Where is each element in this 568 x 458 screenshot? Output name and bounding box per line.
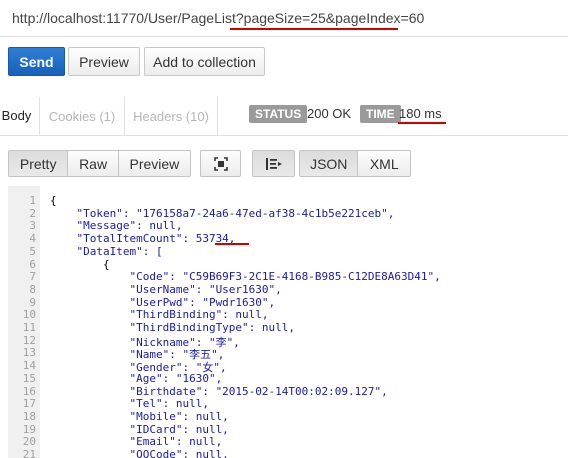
line-number: 12 <box>22 333 36 347</box>
line-number: 17 <box>22 397 36 411</box>
time-highlight-underline <box>398 122 446 124</box>
line-number: 16 <box>22 384 36 398</box>
line-number: 21 <box>22 448 36 458</box>
code-line: "Mobile": null, <box>50 409 229 423</box>
view-preview-button[interactable]: Preview <box>118 151 190 176</box>
code-line: "ThirdBindingType": null, <box>50 321 296 334</box>
code-line: "QQCode": null, <box>50 448 229 458</box>
line-number: 10 <box>22 308 36 322</box>
fullscreen-button[interactable] <box>200 150 241 177</box>
status-value: 200 OK <box>307 106 352 121</box>
code-line: "IDCard": null, <box>50 422 229 436</box>
line-number: 14 <box>22 359 36 373</box>
line-number: 4 <box>29 232 36 246</box>
code-line: "TotalItemCount": 53734, <box>50 232 236 246</box>
format-xml-button[interactable]: XML <box>358 151 410 176</box>
add-to-collection-button[interactable]: Add to collection <box>144 47 265 76</box>
line-number: 9 <box>29 295 36 309</box>
url-input[interactable]: http://localhost:11770/User/PageList?pag… <box>12 10 424 26</box>
code-line: "Birthdate": "2015-02-14T00:02:09.127", <box>50 384 388 398</box>
line-number: 6 <box>29 257 36 271</box>
code-line: "Age": "1630", <box>50 371 223 385</box>
send-button[interactable]: Send <box>8 47 65 76</box>
format-group: JSON XML <box>299 150 411 177</box>
code-line: "Token": "176158a7-24a6-47ed-af38-4c1b5e… <box>50 206 395 220</box>
line-number: 8 <box>29 282 36 296</box>
line-number: 7 <box>29 270 36 284</box>
time-badge: TIME <box>360 105 401 123</box>
code-line: "Message": null, <box>50 219 183 233</box>
total-count-highlight-underline <box>215 243 249 245</box>
line-number: 18 <box>22 409 36 423</box>
code-line: "Tel": null, <box>50 397 209 411</box>
line-number: 5 <box>29 244 36 258</box>
line-number: 15 <box>22 371 36 385</box>
code-line: { <box>50 194 57 207</box>
line-number: 19 <box>22 422 36 436</box>
line-number: 2 <box>29 206 36 220</box>
line-number: 20 <box>22 435 36 449</box>
tab-headers[interactable]: Headers (10) <box>125 97 218 135</box>
code-line: "Code": "C59B69F3-2C1E-4168-B985-C12DE8A… <box>50 270 441 284</box>
url-highlight-underline <box>230 28 398 30</box>
line-number: 13 <box>22 346 36 360</box>
fullscreen-icon <box>213 156 228 171</box>
time-value: 180 ms <box>399 106 442 121</box>
code-line: "ThirdBinding": null, <box>50 308 269 322</box>
format-json-button[interactable]: JSON <box>300 151 359 176</box>
line-number: 3 <box>29 219 36 233</box>
preview-button[interactable]: Preview <box>68 47 140 76</box>
view-raw-button[interactable]: Raw <box>68 151 119 176</box>
line-number-gutter: 12345678910111213141516171819202122 <box>8 186 40 458</box>
wrap-lines-icon <box>265 157 282 170</box>
code-line: { <box>50 257 110 271</box>
line-number: 1 <box>29 194 36 207</box>
view-pretty-button[interactable]: Pretty <box>9 151 69 176</box>
tab-body[interactable]: Body <box>0 97 40 135</box>
code-line: "DataItem": [ <box>50 244 163 258</box>
status-badge: STATUS <box>249 105 308 123</box>
url-bar[interactable]: http://localhost:11770/User/PageList?pag… <box>0 0 568 37</box>
code-line: "Email": null, <box>50 435 223 449</box>
code-line: "UserName": "User1630", <box>50 282 282 296</box>
code-line: "UserPwd": "Pwdr1630", <box>50 295 276 309</box>
wrap-lines-button[interactable] <box>252 150 295 177</box>
response-body-code[interactable]: 12345678910111213141516171819202122 { "T… <box>8 186 568 458</box>
tab-cookies[interactable]: Cookies (1) <box>40 97 125 135</box>
line-number: 11 <box>22 321 36 334</box>
view-mode-group: Pretty Raw Preview <box>8 150 191 177</box>
